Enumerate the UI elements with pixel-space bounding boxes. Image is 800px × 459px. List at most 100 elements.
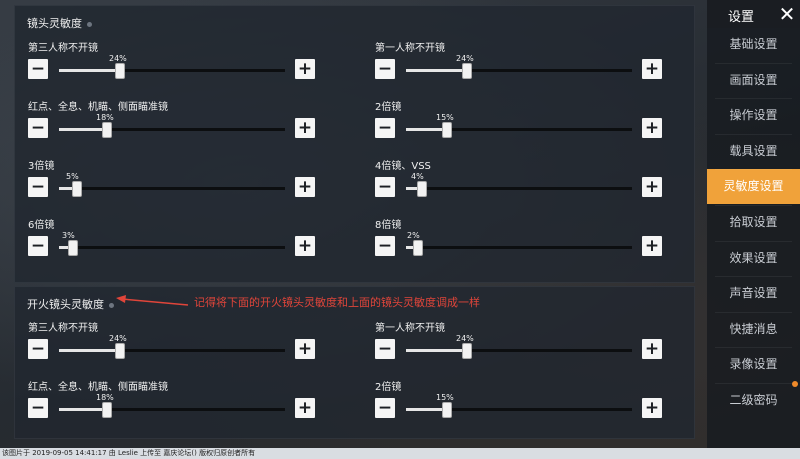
increase-button[interactable]: + <box>295 398 315 418</box>
watermark-footer: 该图片于 2019-09-05 14:41:17 由 Leslie 上传至 嘉庆… <box>0 448 800 459</box>
sidebar-divider <box>715 240 792 242</box>
sidebar-title: 设置 <box>728 10 755 25</box>
value-label: 24% <box>456 334 474 343</box>
sidebar-item[interactable]: 效果设置 <box>707 241 800 276</box>
sensitivity-setting: 红点、全息、机瞄、侧面瞄准镜 − 18% + <box>28 98 328 148</box>
decrease-button[interactable]: − <box>28 118 48 138</box>
slider-thumb[interactable] <box>442 402 452 418</box>
sidebar-divider <box>715 205 792 206</box>
value-label: 2% <box>407 231 420 240</box>
sensitivity-slider[interactable]: 24% <box>59 54 285 79</box>
sensitivity-setting: 4倍镜、VSS − 4% + <box>375 157 675 207</box>
setting-label: 红点、全息、机瞄、侧面瞄准镜 <box>28 102 168 113</box>
increase-button[interactable]: + <box>642 236 662 256</box>
increase-button[interactable]: + <box>295 59 315 79</box>
setting-label: 第三人称不开镜 <box>28 323 98 334</box>
increase-button[interactable]: + <box>295 177 315 197</box>
sidebar-item[interactable]: 操作设置 <box>707 98 800 133</box>
sensitivity-slider[interactable]: 2% <box>406 231 632 256</box>
slider-thumb[interactable] <box>417 181 427 197</box>
slider-thumb[interactable] <box>442 122 452 138</box>
sidebar-divider <box>715 98 792 100</box>
setting-label: 第一人称不开镜 <box>375 323 445 334</box>
sensitivity-slider[interactable]: 18% <box>59 113 285 138</box>
info-icon[interactable] <box>87 21 92 27</box>
slider-fill <box>59 408 106 411</box>
slider-thumb[interactable] <box>462 63 472 79</box>
slider-fill <box>59 128 106 131</box>
slider-thumb[interactable] <box>413 240 423 256</box>
value-label: 3% <box>62 231 75 240</box>
sidebar-item[interactable]: 声音设置 <box>707 276 800 311</box>
decrease-button[interactable]: − <box>375 398 395 418</box>
decrease-button[interactable]: − <box>375 59 395 79</box>
sidebar-divider <box>715 311 792 313</box>
setting-label: 第一人称不开镜 <box>375 43 445 54</box>
slider-thumb[interactable] <box>115 63 125 79</box>
slider-fill <box>406 349 466 352</box>
slider-thumb[interactable] <box>462 343 472 359</box>
annotation-arrow-icon <box>116 295 189 306</box>
sidebar-item[interactable]: 画面设置 <box>707 63 800 98</box>
panel-title: 镜头灵敏度 <box>27 15 92 31</box>
increase-button[interactable]: + <box>295 118 315 138</box>
sensitivity-slider[interactable]: 15% <box>406 113 632 138</box>
sidebar-item[interactable]: 基础设置 <box>707 27 800 62</box>
sidebar-item[interactable]: 拾取设置 <box>707 205 800 240</box>
slider-thumb[interactable] <box>115 343 125 359</box>
setting-label: 6倍镜 <box>28 220 55 231</box>
decrease-button[interactable]: − <box>375 339 395 359</box>
notification-dot <box>792 381 798 387</box>
setting-label: 8倍镜 <box>375 220 402 231</box>
decrease-button[interactable]: − <box>28 59 48 79</box>
increase-button[interactable]: + <box>295 339 315 359</box>
sidebar-item[interactable]: 录像设置 <box>707 347 800 382</box>
close-icon[interactable]: ✕ <box>774 1 800 27</box>
setting-label: 红点、全息、机瞄、侧面瞄准镜 <box>28 382 168 393</box>
increase-button[interactable]: + <box>642 398 662 418</box>
decrease-button[interactable]: − <box>28 236 48 256</box>
increase-button[interactable]: + <box>642 177 662 197</box>
sensitivity-slider[interactable]: 15% <box>406 393 632 418</box>
sidebar-divider <box>715 347 792 349</box>
sensitivity-slider[interactable]: 5% <box>59 172 285 197</box>
decrease-button[interactable]: − <box>28 339 48 359</box>
sidebar-item[interactable]: 快捷消息 <box>707 312 800 347</box>
slider-thumb[interactable] <box>102 402 112 418</box>
slider-thumb[interactable] <box>68 240 78 256</box>
sidebar-item[interactable]: 灵敏度设置 <box>707 169 800 205</box>
sensitivity-setting: 3倍镜 − 5% + <box>28 157 328 207</box>
setting-label: 2倍镜 <box>375 382 402 393</box>
sensitivity-slider[interactable]: 3% <box>59 231 285 256</box>
sensitivity-slider[interactable]: 4% <box>406 172 632 197</box>
decrease-button[interactable]: − <box>375 177 395 197</box>
panel-title: 开火镜头灵敏度 <box>27 296 114 312</box>
decrease-button[interactable]: − <box>375 236 395 256</box>
sidebar-item[interactable]: 二级密码 <box>707 383 800 418</box>
setting-label: 4倍镜、VSS <box>375 161 431 172</box>
setting-label: 2倍镜 <box>375 102 402 113</box>
increase-button[interactable]: + <box>642 339 662 359</box>
sidebar-item[interactable]: 载具设置 <box>707 134 800 169</box>
decrease-button[interactable]: − <box>375 118 395 138</box>
setting-label: 3倍镜 <box>28 161 55 172</box>
sensitivity-setting: 2倍镜 − 15% + <box>375 98 675 148</box>
value-label: 15% <box>436 393 454 402</box>
sensitivity-slider[interactable]: 24% <box>59 334 285 359</box>
increase-button[interactable]: + <box>642 59 662 79</box>
value-label: 24% <box>456 54 474 63</box>
slider-thumb[interactable] <box>72 181 82 197</box>
increase-button[interactable]: + <box>642 118 662 138</box>
sensitivity-slider[interactable]: 24% <box>406 54 632 79</box>
slider-thumb[interactable] <box>102 122 112 138</box>
decrease-button[interactable]: − <box>28 177 48 197</box>
annotation-note: 记得将下面的开火镜头灵敏度和上面的镜头灵敏度调成一样 <box>194 296 480 309</box>
value-label: 24% <box>109 334 127 343</box>
sensitivity-slider[interactable]: 18% <box>59 393 285 418</box>
sensitivity-setting: 第三人称不开镜 − 24% + <box>28 39 328 89</box>
increase-button[interactable]: + <box>295 236 315 256</box>
value-label: 4% <box>411 172 424 181</box>
sidebar-divider <box>715 383 792 384</box>
sensitivity-slider[interactable]: 24% <box>406 334 632 359</box>
decrease-button[interactable]: − <box>28 398 48 418</box>
